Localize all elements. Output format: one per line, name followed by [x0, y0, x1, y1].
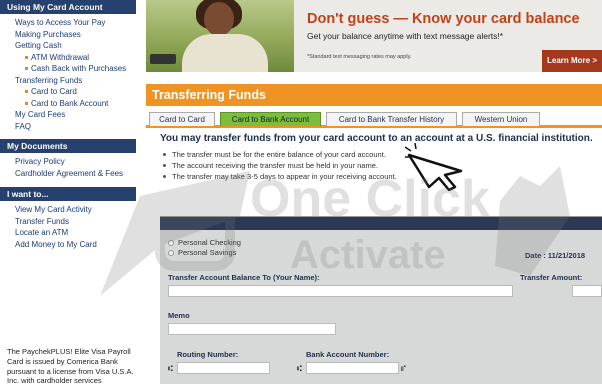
- radio-circle-icon: [168, 240, 174, 246]
- sidebar-link-card-to-card[interactable]: Card to Card: [0, 86, 136, 98]
- sidebar: Using My Card Account Ways to Access You…: [0, 0, 136, 386]
- transfer-date: Date : 11/21/2018: [525, 251, 586, 260]
- i-want-to-links: View My Card Activity Transfer Funds Locat…: [0, 201, 136, 254]
- personal-checking-radio[interactable]: Personal Checking: [168, 238, 241, 247]
- bank-transfer-form: Personal Checking Personal Savings Date …: [160, 216, 602, 384]
- sidebar-link-label: ATM Withdrawal: [31, 52, 90, 62]
- balance-alert-banner: Don't guess — Know your card balance Get…: [146, 0, 602, 72]
- sidebar-link-cash-back-with-purchases[interactable]: Cash Back with Purchases: [0, 63, 136, 75]
- transfer-heading: You may transfer funds from your card ac…: [160, 133, 593, 144]
- sidebar-link-add-money-to-my-card[interactable]: Add Money to My Card: [0, 239, 136, 251]
- bank-account-number-field[interactable]: [306, 362, 399, 374]
- banner-title: Don't guess — Know your card balance: [307, 11, 580, 27]
- routing-number-field[interactable]: [177, 362, 270, 374]
- sidebar-link-privacy-policy[interactable]: Privacy Policy: [0, 156, 136, 168]
- check-symbol-icon: ⑆: [297, 364, 302, 373]
- radio-circle-icon: [168, 250, 174, 256]
- sidebar-link-label: Privacy Policy: [15, 157, 65, 166]
- tab-western-union[interactable]: Western Union: [462, 112, 540, 126]
- transfer-amount-label: Transfer Amount:: [520, 273, 583, 282]
- rule-bullet: The account receiving the transfer must …: [160, 160, 602, 171]
- page-title: Transferring Funds: [146, 84, 602, 106]
- rule-bullet: The transfer may take 3-5 days to appear…: [160, 171, 602, 182]
- sidebar-link-cardholder-agreement-fees[interactable]: Cardholder Agreement & Fees: [0, 168, 136, 180]
- sidebar-link-ways-to-access-your-pay[interactable]: Ways to Access Your Pay: [0, 17, 136, 29]
- sidebar-link-label: FAQ: [15, 121, 32, 131]
- sidebar-link-label: Card to Card: [31, 87, 77, 96]
- sidebar-link-card-to-bank-account[interactable]: Card to Bank Account: [0, 98, 136, 110]
- sidebar-link-label: Transferring Funds: [15, 75, 83, 85]
- tab-card-to-card[interactable]: Card to Card: [149, 112, 215, 126]
- learn-more-button[interactable]: Learn More >: [542, 50, 602, 72]
- banner-note: *Standard text messaging rates may apply…: [307, 54, 412, 60]
- sidebar-link-making-purchases[interactable]: Making Purchases: [0, 29, 136, 41]
- check-symbol-icon: ⑈: [401, 364, 406, 373]
- tab-transfer-history[interactable]: Card to Bank Transfer History: [326, 112, 457, 126]
- personal-savings-radio[interactable]: Personal Savings: [168, 248, 236, 257]
- hand-cursor-icon: [405, 143, 463, 191]
- sidebar-link-label: Locate an ATM: [15, 228, 69, 237]
- rule-bullet: The transfer must be for the entire bala…: [160, 149, 602, 160]
- transfer-tabs: Card to Card Card to Bank Account Card t…: [146, 112, 602, 128]
- sidebar-link-getting-cash[interactable]: Getting Cash: [0, 40, 136, 52]
- sidebar-link-view-my-card-activity[interactable]: View My Card Activity: [0, 204, 136, 216]
- memo-label: Memo: [168, 311, 190, 320]
- sidebar-link-label: Cardholder Agreement & Fees: [15, 168, 124, 178]
- account-holder-name-field[interactable]: [168, 285, 513, 297]
- sidebar-link-my-card-fees[interactable]: My Card Fees: [0, 109, 136, 121]
- sidebar-link-label: Add Money to My Card: [15, 239, 97, 249]
- phone-icon: [150, 54, 176, 64]
- documents-links: Privacy Policy Cardholder Agreement & Fee…: [0, 153, 136, 183]
- sidebar-link-label: Transfer Funds: [15, 216, 69, 226]
- check-symbol-icon: ⑆: [168, 364, 173, 373]
- sidebar-link-label: Making Purchases: [15, 29, 81, 39]
- sidebar-link-locate-an-atm[interactable]: Locate an ATM: [0, 227, 136, 239]
- sidebar-link-label: Ways to Access Your Pay: [15, 18, 106, 27]
- card-account-links: Ways to Access Your Pay Making Purchases G…: [0, 14, 136, 136]
- balance-to-label: Transfer Account Balance To (Your Name):: [168, 273, 320, 282]
- transfer-amount-field[interactable]: [572, 285, 602, 297]
- account-number-label: Bank Account Number:: [306, 350, 390, 359]
- sidebar-link-label: View My Card Activity: [15, 205, 92, 214]
- sidebar-link-label: My Card Fees: [15, 110, 66, 119]
- sidebar-link-label: Getting Cash: [15, 41, 62, 50]
- sidebar-link-faq[interactable]: FAQ: [0, 121, 136, 133]
- memo-field[interactable]: [168, 323, 336, 335]
- documents-heading: My Documents: [0, 139, 136, 153]
- card-account-heading: Using My Card Account: [0, 0, 136, 14]
- i-want-to-heading: I want to...: [0, 187, 136, 201]
- sidebar-link-atm-withdrawal[interactable]: ATM Withdrawal: [0, 52, 136, 64]
- routing-number-label: Routing Number:: [177, 350, 239, 359]
- banner-photo: [146, 0, 294, 72]
- sidebar-link-transferring-funds[interactable]: Transferring Funds: [0, 75, 136, 87]
- form-header-bar: [160, 217, 602, 230]
- card-issuer-footer: The PaychekPLUS! Elite Visa Payroll Card…: [7, 347, 134, 386]
- tab-card-to-bank-account[interactable]: Card to Bank Account: [220, 112, 321, 126]
- sidebar-link-label: Card to Bank Account: [31, 98, 109, 108]
- banner-subtitle: Get your balance anytime with text messa…: [307, 31, 504, 41]
- sidebar-link-label: Cash Back with Purchases: [31, 64, 127, 73]
- sidebar-link-transfer-funds[interactable]: Transfer Funds: [0, 216, 136, 228]
- transfer-info: You may transfer funds from your card ac…: [160, 133, 602, 182]
